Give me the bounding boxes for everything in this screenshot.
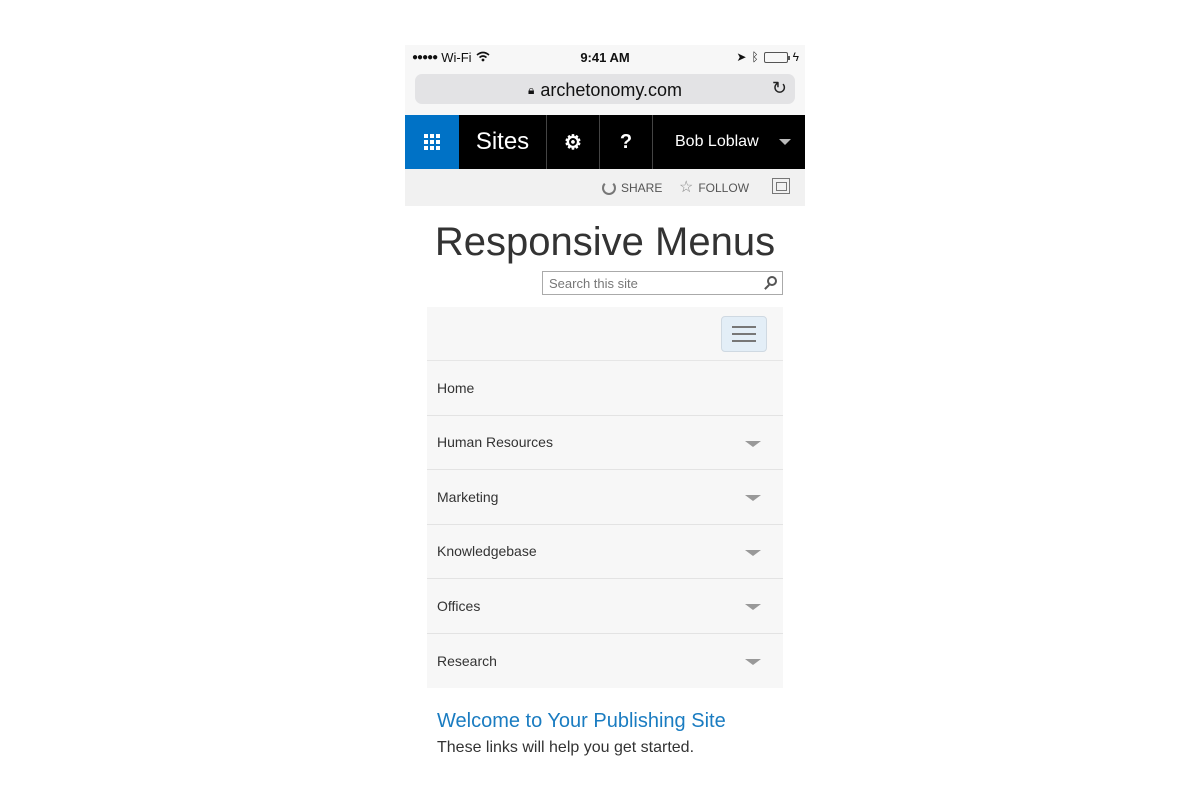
nav-item-home[interactable]: Home <box>427 361 783 416</box>
share-button[interactable]: SHARE <box>602 181 662 195</box>
help-icon: ? <box>619 130 633 153</box>
follow-label: FOLLOW <box>698 181 750 195</box>
suite-bar: Sites ⚙ ? Bob Loblaw <box>405 115 805 169</box>
nav-item-label: Offices <box>437 597 481 614</box>
reload-icon[interactable]: ↻ <box>772 78 787 99</box>
chevron-down-icon[interactable] <box>745 604 761 610</box>
hamburger-icon <box>732 326 756 328</box>
settings-button[interactable]: ⚙ <box>547 115 600 169</box>
url-text[interactable]: archetonomy.com <box>540 80 682 100</box>
follow-button[interactable]: ☆ FOLLOW <box>679 179 750 196</box>
page-title: Responsive Menus <box>434 220 776 264</box>
browser-bar: 🔒︎ archetonomy.com ↻ <box>405 71 805 115</box>
phone-screen: ●●●●● Wi-Fi 9:41 AM ➤ ᛒ ϟ 🔒︎ archetonomy.… <box>405 45 805 800</box>
search-box <box>542 271 783 295</box>
chevron-down-icon[interactable] <box>745 658 761 665</box>
app-launcher-button[interactable] <box>405 115 459 169</box>
waffle-icon <box>424 134 440 150</box>
welcome-heading: Welcome to Your Publishing Site <box>437 710 726 732</box>
star-icon: ☆ <box>679 179 694 196</box>
status-bar: ●●●●● Wi-Fi 9:41 AM ➤ ᛒ ϟ <box>405 45 805 71</box>
battery-icon <box>763 51 790 63</box>
share-label: SHARE <box>621 181 663 195</box>
welcome-text: These links will help you get started. <box>437 739 695 756</box>
action-bar: SHARE ☆ FOLLOW <box>405 169 805 206</box>
search-input[interactable] <box>543 272 753 294</box>
nav-item-label: Marketing <box>437 488 499 505</box>
help-button[interactable]: ? <box>600 115 653 169</box>
nav-item-label: Home <box>437 379 475 396</box>
responsive-nav: Home Human Resources Marketing Knowledge… <box>427 307 783 688</box>
location-icon: ➤ <box>736 50 747 64</box>
nav-item-label: Research <box>437 652 497 669</box>
nav-item-offices[interactable]: Offices <box>427 579 783 634</box>
nav-header <box>427 307 783 361</box>
chevron-down-icon <box>779 139 791 145</box>
nav-item-research[interactable]: Research <box>427 634 783 689</box>
user-name: Bob Loblaw <box>675 133 759 150</box>
chevron-down-icon[interactable] <box>745 495 761 501</box>
sites-link[interactable]: Sites <box>459 115 547 169</box>
chevron-down-icon[interactable] <box>745 549 761 556</box>
nav-item-label: Knowledgebase <box>437 543 537 560</box>
gear-icon: ⚙ <box>564 131 582 154</box>
chevron-down-icon[interactable] <box>745 440 761 447</box>
focus-mode-icon[interactable] <box>772 178 790 194</box>
address-bar[interactable]: 🔒︎ archetonomy.com ↻ <box>415 74 795 104</box>
nav-item-label: Human Resources <box>437 434 553 451</box>
nav-item-human-resources[interactable]: Human Resources <box>427 416 783 470</box>
user-menu[interactable]: Bob Loblaw <box>653 115 805 169</box>
nav-item-marketing[interactable]: Marketing <box>427 470 783 525</box>
bluetooth-icon: ᛒ <box>751 50 759 64</box>
search-icon[interactable] <box>767 276 777 286</box>
lock-icon: 🔒︎ <box>527 83 535 97</box>
charging-icon: ϟ <box>792 50 799 64</box>
nav-item-knowledgebase[interactable]: Knowledgebase <box>427 525 783 579</box>
share-icon <box>602 181 616 195</box>
menu-toggle-button[interactable] <box>721 316 767 352</box>
